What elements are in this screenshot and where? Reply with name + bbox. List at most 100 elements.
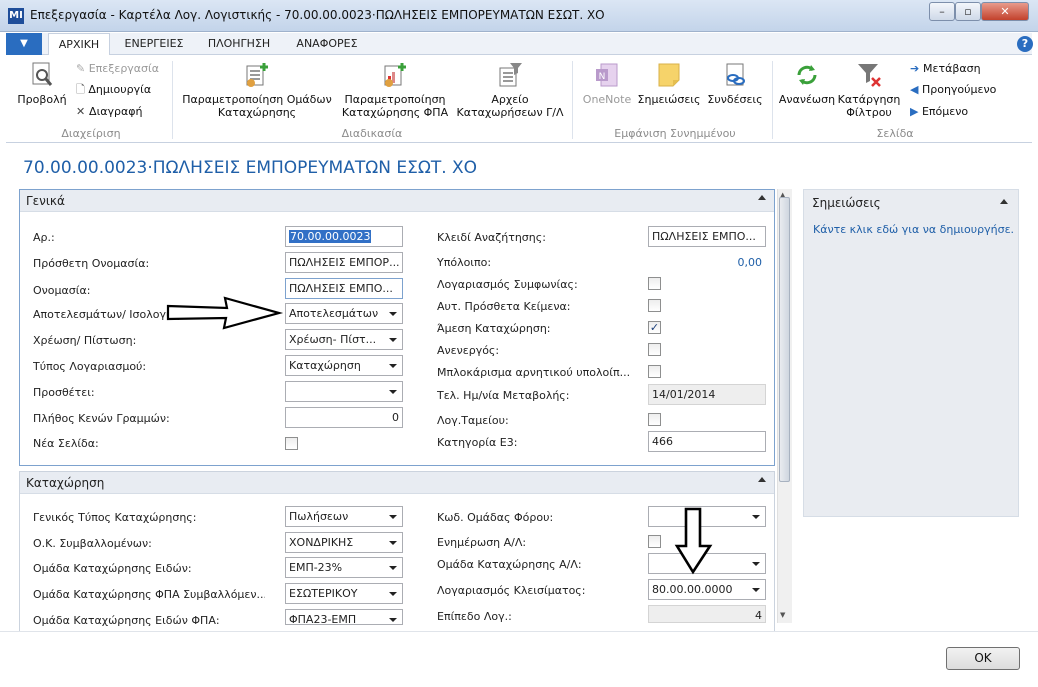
name-field[interactable]: ΠΩΛΗΣΕΙΣ ΕΜΠΟ...: [285, 278, 403, 299]
ribbon-separator: [172, 61, 173, 139]
minimize-button[interactable]: –: [929, 2, 955, 21]
annotation-arrow-down-icon: [674, 506, 714, 579]
posting-fasttab-title: Καταχώρηση: [26, 476, 105, 490]
cash-checkbox[interactable]: [648, 413, 661, 426]
vat-posting-label: Παραμετροποίηση Καταχώρησης ΦΠΑ: [341, 93, 449, 119]
svg-text:N: N: [599, 72, 606, 82]
annotation-arrow-right-icon: [165, 296, 284, 335]
collapse-caret-icon[interactable]: [758, 195, 766, 200]
vat-bus-group-select[interactable]: ΕΣΩΤΕΡΙΚΟΥ: [285, 583, 403, 604]
vat-prod-group-select[interactable]: ΦΠΑ23-ΕΜΠ: [285, 609, 403, 625]
new-button[interactable]: 🗋 Δημιουργία: [76, 81, 151, 99]
closing-account-select[interactable]: 80.00.00.0000: [648, 579, 766, 600]
notes-create-link[interactable]: Κάντε κλικ εδώ για να δημιουργήσε...: [813, 223, 1013, 236]
notes-label: Σημειώσεις: [637, 93, 701, 106]
name2-label: Πρόσθετη Ονομασία:: [33, 257, 150, 270]
ribbon: Προβολή ✎ Επεξεργασία 🗋 Δημιουργία ✕ Δια…: [6, 55, 1032, 143]
vat-posting-button[interactable]: Παραμετροποίηση Καταχώρησης ΦΠΑ: [340, 61, 450, 119]
goto-button[interactable]: ➔ Μετάβαση: [910, 60, 981, 78]
closing-account-label: Λογαριασμός Κλεισίματος:: [437, 584, 586, 597]
window-title: Επεξεργασία - Καρτέλα Λογ. Λογιστικής - …: [30, 8, 605, 22]
gen-prod-group-label: Ομάδα Καταχώρησης Ειδών:: [33, 562, 192, 575]
notes-factbox: Σημειώσεις Κάντε κλικ εδώ για να δημιουρ…: [803, 189, 1019, 517]
collapse-caret-icon[interactable]: [758, 477, 766, 482]
search-key-label: Κλειδί Αναζήτησης:: [437, 231, 546, 244]
magnifier-page-icon: [32, 62, 53, 86]
update-aa-checkbox[interactable]: [648, 535, 661, 548]
blocked-checkbox[interactable]: [648, 343, 661, 356]
income-balance-select[interactable]: Αποτελεσμάτων: [285, 303, 403, 324]
scrollbar-thumb[interactable]: [779, 197, 790, 482]
ok-button[interactable]: OK: [946, 647, 1020, 670]
tab-actions[interactable]: ΕΝΕΡΓΕΙΕΣ: [114, 33, 194, 55]
debit-credit-select[interactable]: Χρέωση- Πίστ...: [285, 329, 403, 350]
e3-field[interactable]: 466: [648, 431, 766, 452]
links-label: Συνδέσεις: [707, 93, 763, 106]
onenote-icon: N: [596, 63, 618, 87]
account-level-label: Επίπεδο Λογ.:: [437, 610, 512, 623]
new-page-label: Νέα Σελίδα:: [33, 437, 99, 450]
vat-prod-group-label: Ομάδα Καταχώρησης Ειδών ΦΠΑ:: [33, 614, 220, 627]
help-icon[interactable]: ?: [1017, 36, 1033, 52]
clear-filter-label: Κατάργηση Φίλτρου: [837, 93, 901, 119]
direct-posting-label: Άμεση Καταχώρηση:: [437, 322, 551, 335]
no-label: Αρ.:: [33, 231, 55, 244]
onenote-button[interactable]: N OneNote: [580, 61, 634, 106]
general-fasttab-header[interactable]: Γενικά: [20, 190, 774, 212]
triangle-right-icon: ▶: [910, 105, 922, 118]
new-page-checkbox[interactable]: [285, 437, 298, 450]
group-label-manage: Διαχείριση: [61, 127, 121, 140]
vat-setup-icon: [384, 63, 406, 87]
tab-home[interactable]: ΑΡΧΙΚΗ: [48, 33, 110, 55]
links-button[interactable]: Συνδέσεις: [704, 61, 766, 106]
auto-text-checkbox[interactable]: [648, 299, 661, 312]
gen-posting-type-select[interactable]: Πωλήσεων: [285, 506, 403, 527]
gen-bus-group-label: Ο.Κ. Συμβαλλομένων:: [33, 537, 152, 550]
no-field[interactable]: 70.00.00.0023: [285, 226, 403, 247]
ribbon-separator: [572, 61, 573, 139]
block-negative-checkbox[interactable]: [648, 365, 661, 378]
maximize-button[interactable]: ▫: [955, 2, 981, 21]
balance-value-link[interactable]: 0,00: [680, 256, 763, 269]
gen-prod-group-select[interactable]: ΕΜΠ-23%: [285, 557, 403, 578]
clear-filter-button[interactable]: Κατάργηση Φίλτρου: [836, 61, 902, 119]
setup-sheet-icon: [246, 63, 268, 87]
register-filter-icon: [499, 63, 522, 87]
blank-lines-field[interactable]: 0: [285, 407, 403, 428]
refresh-button[interactable]: Ανανέωση: [776, 61, 838, 106]
arrow-right-icon: ➔: [910, 62, 924, 75]
page-title: 70.00.00.0023·ΠΩΛΗΣΕΙΣ ΕΜΠΟΡΕΥΜΑΤΩΝ ΕΣΩΤ…: [23, 158, 478, 178]
gen-posting-type-label: Γενικός Τύπος Καταχώρησης:: [33, 511, 197, 524]
balance-label: Υπόλοιπο:: [437, 256, 492, 269]
view-label: Προβολή: [17, 93, 67, 106]
delete-x-icon: ✕: [76, 105, 90, 118]
debit-credit-label: Χρέωση/ Πίστωση:: [33, 334, 137, 347]
notes-button[interactable]: Σημειώσεις: [636, 61, 702, 106]
search-key-field[interactable]: ΠΩΛΗΣΕΙΣ ΕΜΠΟ...: [648, 226, 766, 247]
close-button[interactable]: ✕: [981, 2, 1029, 21]
totaling-select[interactable]: [285, 381, 403, 402]
tab-navigate[interactable]: ΠΛΟΗΓΗΣΗ: [198, 33, 280, 55]
gl-register-button[interactable]: Αρχείο Καταχωρήσεων Γ/Λ: [454, 61, 566, 119]
next-button[interactable]: ▶ Επόμενο: [910, 103, 968, 121]
reconciliation-label: Λογαριασμός Συμφωνίας:: [437, 278, 578, 291]
new-doc-icon: 🗋: [76, 83, 89, 96]
blocked-label: Ανενεργός:: [437, 344, 500, 357]
view-button[interactable]: Προβολή: [14, 61, 70, 106]
gen-bus-group-select[interactable]: ΧΟΝΔΡΙΚΗΣ: [285, 532, 403, 553]
tab-reports[interactable]: ΑΝΑΦΟΡΕΣ: [286, 33, 368, 55]
previous-button[interactable]: ◀ Προηγούμενο: [910, 81, 996, 99]
last-modified-label: Τελ. Ημ/νία Μεταβολής:: [437, 389, 570, 402]
reconciliation-checkbox[interactable]: [648, 277, 661, 290]
edit-button[interactable]: ✎ Επεξεργασία: [76, 60, 159, 78]
posting-groups-button[interactable]: Παραμετροποίηση Ομάδων Καταχώρησης: [178, 61, 336, 119]
name2-field[interactable]: ΠΩΛΗΣΕΙΣ ΕΜΠΟΡ...: [285, 252, 403, 273]
delete-button[interactable]: ✕ Διαγραφή: [76, 103, 143, 121]
collapse-caret-icon[interactable]: [1000, 199, 1008, 204]
posting-fasttab-header[interactable]: Καταχώρηση: [20, 472, 774, 494]
account-type-select[interactable]: Καταχώρηση: [285, 355, 403, 376]
refresh-label: Ανανέωση: [778, 93, 836, 106]
app-menu-button[interactable]: ▼: [6, 33, 42, 55]
direct-posting-checkbox[interactable]: ✓: [648, 321, 661, 334]
scroll-down-icon[interactable]: ▼: [780, 611, 785, 619]
